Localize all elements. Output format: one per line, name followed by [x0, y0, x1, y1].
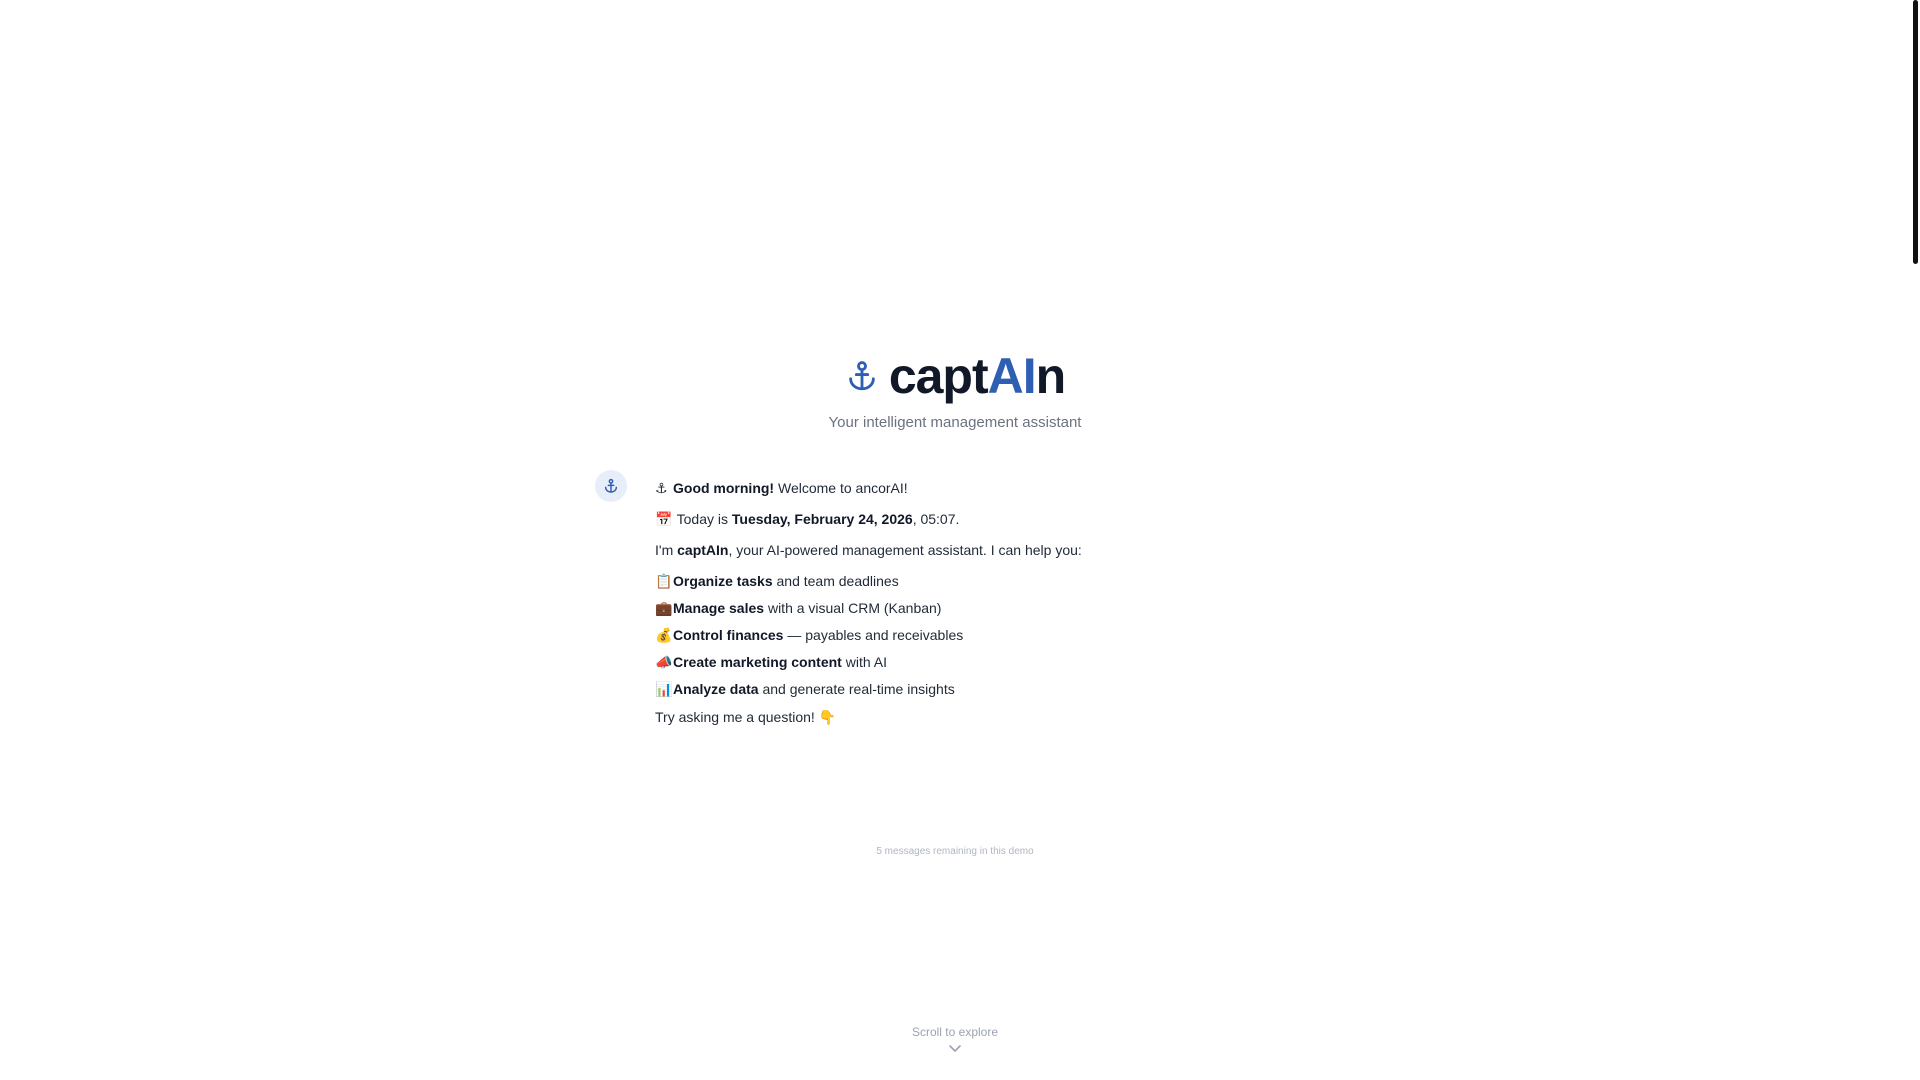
- scrollbar[interactable]: [1911, 0, 1920, 1080]
- list-item: 📊Analyze data and generate real-time ins…: [655, 681, 955, 697]
- page-title: captAIn: [888, 348, 1066, 404]
- money-bag-icon: 💰: [655, 627, 673, 643]
- clipboard-icon: 📋: [655, 573, 673, 589]
- anchor-icon: [849, 361, 875, 391]
- assistant-avatar: [595, 470, 627, 502]
- list-item: 📋Organize tasks and team deadlines: [655, 573, 899, 589]
- bar-chart-icon: 📊: [655, 681, 673, 697]
- messages-remaining: 5 messages remaining in this demo: [876, 846, 1034, 857]
- date-line: 📅 Today is Tuesday, February 24, 2026, 0…: [655, 511, 960, 527]
- chevron-down-icon[interactable]: [948, 1044, 962, 1054]
- scrollbar-thumb[interactable]: [1913, 0, 1918, 264]
- calendar-icon: 📅: [655, 511, 673, 527]
- megaphone-icon: 📣: [655, 654, 673, 670]
- page: captAIn Your intelligent management assi…: [0, 0, 1920, 1080]
- anchor-emoji-icon: ⚓: [655, 480, 668, 496]
- assistant-message: ⚓ Good morning! Welcome to ancorAI! 📅 Tod…: [655, 478, 1275, 738]
- scroll-hint[interactable]: Scroll to explore: [0, 1025, 1910, 1039]
- list-item: 💰Control finances — payables and receiva…: [655, 627, 964, 643]
- greeting-line: ⚓ Good morning! Welcome to ancorAI!: [655, 480, 908, 496]
- pointing-down-icon: 👇: [818, 709, 837, 725]
- briefcase-icon: 💼: [655, 600, 673, 616]
- brand-header: captAIn: [0, 346, 1910, 406]
- list-item: 💼Manage sales with a visual CRM (Kanban): [655, 600, 942, 616]
- page-subtitle: Your intelligent management assistant: [828, 414, 1082, 431]
- anchor-icon: [604, 478, 618, 493]
- list-item: 📣Create marketing content with AI: [655, 654, 887, 670]
- feature-list: 📋Organize tasks and team deadlines 💼Mana…: [655, 571, 1275, 699]
- closing-line: Try asking me a question! 👇: [655, 709, 837, 725]
- intro-line: I'm captAIn, your AI-powered management …: [655, 542, 1082, 558]
